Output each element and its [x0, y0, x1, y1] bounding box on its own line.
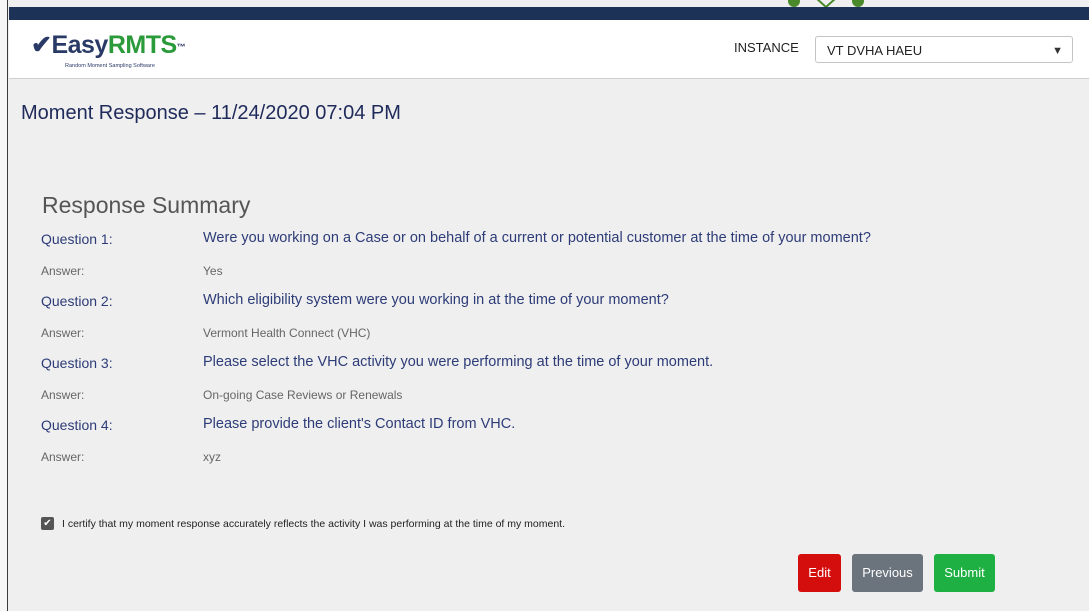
question-text: Were you working on a Case or on behalf … [203, 230, 871, 246]
certify-checkbox[interactable]: ✔ [41, 517, 54, 530]
instance-label: INSTANCE [734, 40, 799, 55]
instance-select[interactable]: VT DVHA HAEU ▼ [815, 36, 1073, 63]
answer-label: Answer: [41, 450, 85, 464]
submit-button[interactable]: Submit [934, 554, 995, 592]
question-label: Question 4: [41, 417, 113, 433]
question-row: Question 4: Please provide the client's … [41, 410, 1081, 441]
edit-button[interactable]: Edit [798, 554, 841, 592]
answer-row: Answer: xyz [41, 441, 1081, 472]
logo-tagline: Random Moment Sampling Software [65, 63, 155, 69]
answer-row: Answer: Vermont Health Connect (VHC) [41, 317, 1081, 348]
logo-name-easy: Easy [51, 31, 108, 59]
question-text: Which eligibility system were you workin… [203, 292, 669, 308]
answer-row: Answer: Yes [41, 255, 1081, 286]
question-label: Question 2: [41, 293, 113, 309]
answer-label: Answer: [41, 264, 85, 278]
previous-button[interactable]: Previous [852, 554, 923, 592]
answer-text: Vermont Health Connect (VHC) [203, 326, 371, 340]
response-summary-list: Question 1: Were you working on a Case o… [41, 224, 1081, 472]
question-text: Please select the VHC activity you were … [203, 354, 714, 370]
logo-wordmark: ✔EasyRMTS™ [31, 30, 186, 60]
page-title: Moment Response – 11/24/2020 07:04 PM [21, 102, 401, 124]
question-label: Question 3: [41, 355, 113, 371]
instance-selected-value: VT DVHA HAEU [827, 43, 923, 58]
logo-name-rmts: RMTS [107, 31, 177, 59]
question-row: Question 1: Were you working on a Case o… [41, 224, 1081, 255]
easyrmts-logo[interactable]: ✔EasyRMTS™ Random Moment Sampling Softwa… [31, 30, 211, 72]
answer-text: xyz [203, 450, 221, 464]
question-row: Question 3: Please select the VHC activi… [41, 348, 1081, 379]
question-row: Question 2: Which eligibility system wer… [41, 286, 1081, 317]
answer-text: On-going Case Reviews or Renewals [203, 388, 403, 402]
certify-label: I certify that my moment response accura… [62, 518, 566, 530]
top-bar [9, 7, 1089, 20]
chevron-down-icon: ▼ [1052, 45, 1063, 57]
logo-trademark: ™ [176, 42, 186, 52]
question-text: Please provide the client's Contact ID f… [203, 416, 516, 432]
answer-label: Answer: [41, 326, 85, 340]
window-left-border [0, 0, 8, 611]
logo-check-icon: ✔ [31, 31, 52, 59]
answer-row: Answer: On-going Case Reviews or Renewal… [41, 379, 1081, 410]
answer-text: Yes [203, 264, 223, 278]
answer-label: Answer: [41, 388, 85, 402]
app-header: ✔EasyRMTS™ Random Moment Sampling Softwa… [9, 20, 1089, 79]
response-summary-heading: Response Summary [42, 192, 251, 218]
question-label: Question 1: [41, 231, 113, 247]
